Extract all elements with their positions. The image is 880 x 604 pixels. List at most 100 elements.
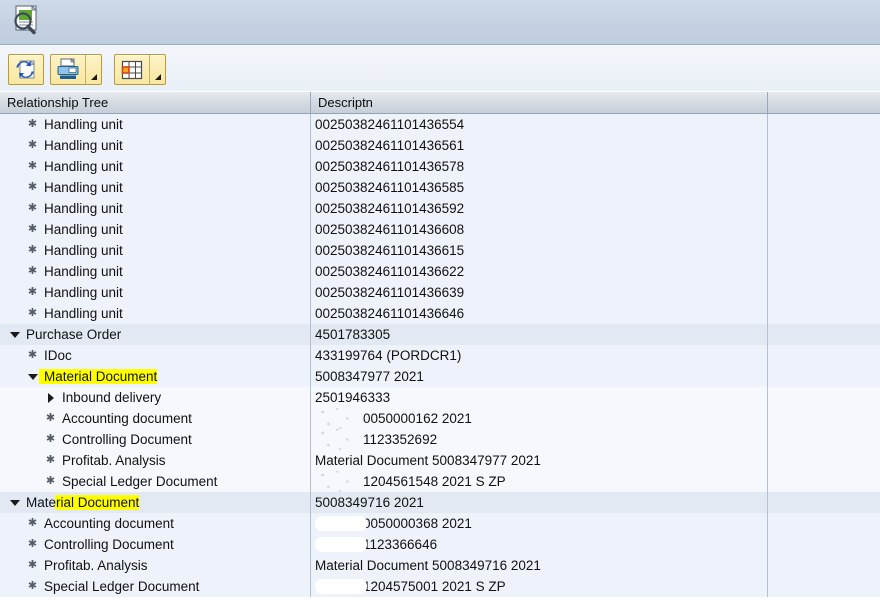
description-cell[interactable]: 00250382461101436561 [311,135,768,156]
table-row[interactable]: ✱ Handling unit 00250382461101436554 [0,114,880,135]
description-cell[interactable]: 1204561548 2021 S ZP [311,471,768,492]
tree-cell[interactable]: ✱ Handling unit [0,198,311,219]
tree-cell[interactable]: Material Document [0,366,311,387]
layout-dropdown-arrow[interactable] [149,55,165,84]
tree-cell[interactable]: ✱ Profitab. Analysis [0,450,311,471]
leaf-node-icon: ✱ [27,559,38,571]
table-row[interactable]: ✱ Profitab. Analysis Material Document 500… [0,450,880,471]
tree-cell[interactable]: ✱ Handling unit [0,177,311,198]
description-text: 00250382461101436592 [315,201,465,216]
print-button[interactable] [51,55,85,84]
tree-cell[interactable]: Inbound delivery [0,387,311,408]
description-cell[interactable]: 1123352692 [311,429,768,450]
table-row[interactable]: ✱ Accounting document 0050000368 2021 [0,513,880,534]
description-cell[interactable]: 0050000162 2021 [311,408,768,429]
tree-cell[interactable]: ✱ Accounting document [0,408,311,429]
triangle-right-icon[interactable] [44,392,57,403]
table-row[interactable]: ✱ Handling unit 00250382461101436646 [0,303,880,324]
tree-node-label: Handling unit [44,243,123,258]
description-cell[interactable]: 00250382461101436646 [311,303,768,324]
triangle-down-icon[interactable] [8,331,21,338]
table-row[interactable]: Inbound delivery 2501946333 [0,387,880,408]
tree-cell[interactable]: ✱ Handling unit [0,156,311,177]
description-cell[interactable]: 00250382461101436615 [311,240,768,261]
tree-node-label: Handling unit [44,180,123,195]
description-cell[interactable]: Material Document 5008347977 2021 [311,450,768,471]
tree-node-label: Accounting document [62,411,192,426]
tree-cell[interactable]: ✱ Handling unit [0,240,311,261]
tree-cell[interactable]: ✱ Profitab. Analysis [0,555,311,576]
tree-cell[interactable]: ✱ Controlling Document [0,534,311,555]
tree-node-label: Handling unit [44,138,123,153]
table-row[interactable]: ✱ Handling unit 00250382461101436585 [0,177,880,198]
tree-cell[interactable]: ✱ Handling unit [0,303,311,324]
print-dropdown-arrow[interactable] [85,55,101,84]
table-row[interactable]: ✱ Controlling Document 1123352692 [0,429,880,450]
description-cell[interactable]: 00250382461101436554 [311,114,768,135]
description-cell[interactable]: 00250382461101436639 [311,282,768,303]
column-header-blank[interactable] [768,92,880,113]
table-row[interactable]: ✱ Special Ledger Document 1204561548 2021 … [0,471,880,492]
tree-cell[interactable]: Material Document [0,492,311,513]
table-row[interactable]: ✱ Handling unit 00250382461101436561 [0,135,880,156]
tree-cell[interactable]: ✱ Handling unit [0,135,311,156]
description-cell[interactable]: 00250382461101436622 [311,261,768,282]
blank-cell [768,261,880,282]
description-cell[interactable]: 00250382461101436585 [311,177,768,198]
description-cell[interactable]: Material Document 5008349716 2021 [311,555,768,576]
tree-cell[interactable]: ✱ Special Ledger Document [0,471,311,492]
description-cell[interactable]: 2501946333 [311,387,768,408]
column-header-descriptn[interactable]: Descriptn [311,92,768,113]
grid-header-row: Relationship Tree Descriptn [0,91,880,114]
description-cell[interactable]: 5008349716 2021 [311,492,768,513]
table-row[interactable]: ✱ Handling unit 00250382461101436622 [0,261,880,282]
table-row[interactable]: ✱ Profitab. Analysis Material Document 500… [0,555,880,576]
tree-cell[interactable]: ✱ Handling unit [0,282,311,303]
table-row[interactable]: ✱ Handling unit 00250382461101436615 [0,240,880,261]
description-cell[interactable]: 4501783305 [311,324,768,345]
description-cell[interactable]: 00250382461101436592 [311,198,768,219]
blank-cell [768,324,880,345]
description-cell[interactable]: 1123366646 [311,534,768,555]
table-row[interactable]: Purchase Order 4501783305 [0,324,880,345]
tree-node-label: Handling unit [44,201,123,216]
table-row[interactable]: ✱ Handling unit 00250382461101436639 [0,282,880,303]
tree-cell[interactable]: ✱ IDoc [0,345,311,366]
table-row[interactable]: ✱ IDoc 433199764 (PORDCR1) [0,345,880,366]
leaf-node-icon: ✱ [27,307,38,319]
triangle-down-icon[interactable] [26,373,39,380]
description-text: 00250382461101436608 [315,222,465,237]
layout-button[interactable] [115,55,149,84]
tree-cell[interactable]: ✱ Handling unit [0,114,311,135]
tree-cell[interactable]: ✱ Controlling Document [0,429,311,450]
description-cell[interactable]: 1204575001 2021 S ZP [311,576,768,597]
tree-cell[interactable]: ✱ Handling unit [0,219,311,240]
table-row[interactable]: ✱ Controlling Document 1123366646 [0,534,880,555]
tree-cell[interactable]: ✱ Special Ledger Document [0,576,311,597]
description-cell[interactable]: 0050000368 2021 [311,513,768,534]
description-text: 00250382461101436646 [315,306,465,321]
table-row[interactable]: ✱ Handling unit 00250382461101436592 [0,198,880,219]
document-search-icon[interactable] [8,3,44,39]
description-text: 433199764 (PORDCR1) [315,348,462,363]
description-cell[interactable]: 433199764 (PORDCR1) [311,345,768,366]
table-row[interactable]: ✱ Handling unit 00250382461101436608 [0,219,880,240]
description-text: 4501783305 [315,327,391,342]
description-text: 00250382461101436622 [315,264,465,279]
description-cell[interactable]: 5008347977 2021 [311,366,768,387]
description-cell[interactable]: 00250382461101436608 [311,219,768,240]
table-row[interactable]: ✱ Special Ledger Document 1204575001 2021 … [0,576,880,597]
refresh-document-icon [16,59,35,78]
refresh-button[interactable] [9,55,43,84]
blank-cell [768,576,880,597]
table-row[interactable]: ✱ Accounting document 0050000162 2021 [0,408,880,429]
table-row[interactable]: ✱ Handling unit 00250382461101436578 [0,156,880,177]
triangle-down-icon[interactable] [8,499,21,506]
tree-cell[interactable]: ✱ Handling unit [0,261,311,282]
tree-cell[interactable]: ✱ Accounting document [0,513,311,534]
table-row[interactable]: Material Document 5008347977 2021 [0,366,880,387]
tree-cell[interactable]: Purchase Order [0,324,311,345]
table-row[interactable]: Material Document 5008349716 2021 [0,492,880,513]
column-header-relationship-tree[interactable]: Relationship Tree [0,92,311,113]
description-cell[interactable]: 00250382461101436578 [311,156,768,177]
